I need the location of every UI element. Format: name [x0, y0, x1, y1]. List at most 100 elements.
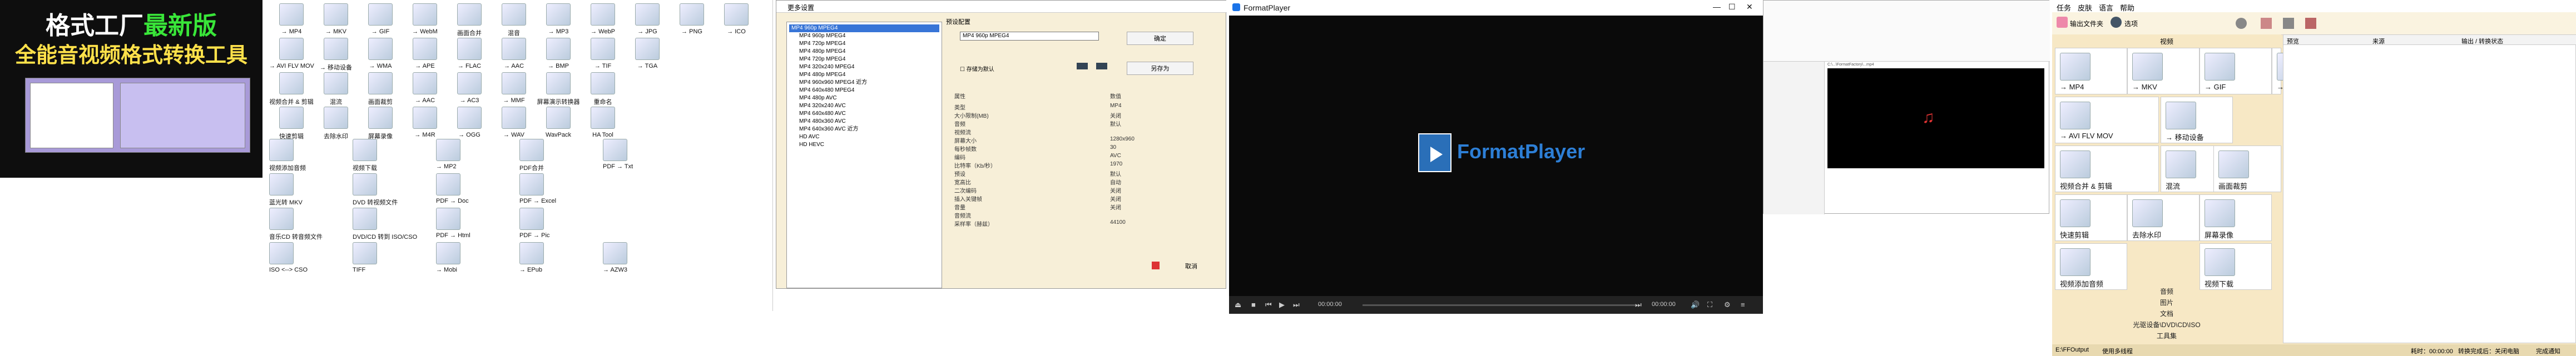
tree-item[interactable]: MP4 480x360 AVC — [789, 118, 939, 126]
category-tab[interactable]: 音频 — [2052, 287, 2281, 297]
format-function-cell[interactable]: → MP3 — [536, 1, 581, 37]
prop-value[interactable]: 30 — [1110, 144, 1116, 151]
format-function-cell[interactable]: → MKV — [314, 1, 358, 37]
format-function-cell[interactable]: → PNG — [670, 1, 714, 37]
prop-value[interactable]: 关闭 — [1110, 111, 1121, 119]
open-icon[interactable]: ⏏ — [1235, 300, 1241, 309]
status-notify[interactable]: 完成通知 — [2536, 347, 2560, 355]
ff-function-cell[interactable]: 视频下载 — [2199, 243, 2272, 290]
format-function-cell[interactable]: PDF → Excel — [519, 173, 603, 205]
format-function-cell[interactable]: → WAV — [492, 104, 536, 140]
stop-icon[interactable]: ■ — [1251, 300, 1256, 309]
format-function-cell[interactable]: → Mobi — [436, 242, 519, 274]
category-tab[interactable]: 图片 — [2052, 298, 2281, 308]
next-icon[interactable]: ⏭ — [1293, 300, 1300, 309]
tree-item[interactable]: MP4 480p MPEG4 — [789, 48, 939, 56]
tree-item[interactable]: MP4 640x480 MPEG4 — [789, 87, 939, 94]
format-function-cell[interactable]: PDF → Doc — [436, 173, 519, 205]
format-function-cell[interactable]: PDF → Txt — [603, 139, 686, 171]
format-function-cell[interactable]: WavPack — [536, 104, 581, 140]
format-function-cell[interactable]: → AAC — [403, 70, 447, 106]
format-function-cell[interactable]: → 移动设备 — [314, 36, 358, 71]
minimize-button[interactable]: — — [1713, 2, 1721, 11]
save-as-button[interactable]: 另存为 — [1127, 62, 1193, 75]
tree-item[interactable]: MP4 320x240 AVC — [789, 102, 939, 110]
ff-function-cell[interactable]: 去除水印 — [2127, 194, 2199, 241]
output-folder-icon[interactable] — [2057, 17, 2068, 28]
format-function-cell[interactable]: → AC3 — [447, 70, 492, 106]
menu-icon[interactable]: ≡ — [1741, 300, 1745, 309]
tree-item[interactable]: MP4 480p AVC — [789, 94, 939, 102]
menu-item[interactable]: 任务 — [2057, 2, 2071, 13]
format-function-cell[interactable]: 屏幕录像 — [358, 104, 403, 140]
prop-value[interactable]: 关闭 — [1110, 194, 1121, 203]
ff-function-cell[interactable]: 快速剪辑 — [2055, 194, 2127, 241]
ff-function-cell[interactable]: 视频合并 & 剪辑 — [2055, 146, 2159, 192]
format-function-cell[interactable]: → FLAC — [447, 36, 492, 71]
tree-item[interactable]: MP4 320x240 MPEG4 — [789, 63, 939, 71]
prop-value[interactable]: 自动 — [1110, 178, 1121, 186]
status-after-convert[interactable]: 转换完成后：关闭电脑 — [2458, 347, 2519, 355]
ff-function-cell[interactable]: → AVI FLV MOV — [2055, 97, 2159, 143]
format-function-cell[interactable]: → WMA — [358, 36, 403, 71]
category-tab[interactable]: 光驱设备\DVD\CD\ISO — [2052, 320, 2281, 330]
format-function-cell[interactable]: 去除水印 — [314, 104, 358, 140]
format-function-cell[interactable]: → AVI FLV MOV — [269, 36, 314, 71]
format-function-cell[interactable]: 重命名 — [581, 70, 625, 106]
video-section-header[interactable]: 视频 — [2052, 37, 2281, 46]
status-output-path[interactable]: E:\FFOutput — [2055, 347, 2089, 353]
format-function-cell[interactable]: → APE — [403, 36, 447, 71]
format-function-cell[interactable]: → WebM — [403, 1, 447, 37]
prop-value[interactable]: 关闭 — [1110, 186, 1121, 194]
format-function-cell[interactable]: ISO <--> CSO — [269, 242, 353, 274]
fullscreen-icon[interactable]: ⛶ — [1707, 300, 1712, 309]
cancel-button[interactable]: 取消 — [1185, 262, 1197, 270]
menu-item[interactable]: 帮助 — [2120, 2, 2134, 13]
format-function-cell[interactable]: → JPG — [625, 1, 670, 37]
menu-item[interactable]: 语言 — [2099, 2, 2113, 13]
tree-item[interactable]: MP4 720p MPEG4 — [789, 56, 939, 63]
format-function-cell[interactable]: → WebP — [581, 1, 625, 37]
status-multithread[interactable]: 使用多线程 — [2102, 347, 2133, 355]
format-function-cell[interactable]: HA Tool — [581, 104, 625, 140]
format-function-cell[interactable]: 快速剪辑 — [269, 104, 314, 140]
prop-value[interactable]: AVC — [1110, 153, 1121, 159]
category-tab[interactable]: 文档 — [2052, 309, 2281, 319]
tree-item[interactable]: MP4 960p MPEG4 — [789, 24, 939, 32]
format-function-cell[interactable]: 视频下载 — [353, 139, 436, 172]
col-source[interactable]: 来源 — [2372, 37, 2385, 46]
volume-icon[interactable]: 🔊 — [1691, 300, 1700, 309]
format-function-cell[interactable]: → OGG — [447, 104, 492, 140]
format-function-cell[interactable]: DVD 转视频文件 — [353, 173, 436, 206]
format-function-cell[interactable]: PDF → Pic — [519, 208, 603, 240]
menu-item[interactable]: 皮肤 — [2078, 2, 2092, 13]
format-function-cell[interactable]: 画面合并 — [447, 1, 492, 37]
tree-item[interactable]: HD HEVC — [789, 141, 939, 149]
output-folder-button[interactable]: 输出文件夹 — [2070, 19, 2103, 28]
options-icon[interactable] — [2111, 17, 2122, 28]
start-icon[interactable] — [2305, 18, 2316, 29]
format-function-cell[interactable]: → GIF — [358, 1, 403, 37]
options-button[interactable]: 选项 — [2124, 19, 2138, 28]
format-function-cell[interactable]: PDF → Html — [436, 208, 519, 240]
tree-item[interactable]: MP4 640x480 AVC — [789, 110, 939, 118]
format-function-cell[interactable]: → MMF — [492, 70, 536, 106]
tree-item[interactable]: HD AVC — [789, 133, 939, 141]
seek-bar[interactable] — [1363, 304, 1635, 306]
tree-item[interactable]: MP4 960x960 MPEG4 近方 — [789, 79, 939, 87]
ff-function-cell[interactable]: → MP4 — [2055, 48, 2127, 94]
prop-value[interactable]: MP4 — [1110, 103, 1122, 109]
ff-function-cell[interactable]: 画面裁剪 — [2213, 146, 2281, 192]
format-function-cell[interactable]: 视频添加音频 — [269, 139, 353, 172]
format-function-cell[interactable]: 音乐CD 转音频文件 — [269, 208, 353, 240]
format-function-cell[interactable]: → BMP — [536, 36, 581, 71]
format-function-cell[interactable]: → ICO — [714, 1, 759, 37]
tree-item[interactable]: MP4 640x360 AVC 近方 — [789, 126, 939, 133]
close-button[interactable]: ✕ — [1746, 2, 1753, 12]
tree-item[interactable]: MP4 480p MPEG4 — [789, 71, 939, 79]
ff-function-cell[interactable]: → 移动设备 — [2161, 97, 2233, 143]
format-function-cell[interactable]: → MP2 — [436, 139, 519, 171]
prop-value[interactable]: 1970 — [1110, 161, 1122, 167]
prop-value[interactable]: 关闭 — [1110, 203, 1121, 211]
clear-icon[interactable] — [2283, 18, 2294, 29]
